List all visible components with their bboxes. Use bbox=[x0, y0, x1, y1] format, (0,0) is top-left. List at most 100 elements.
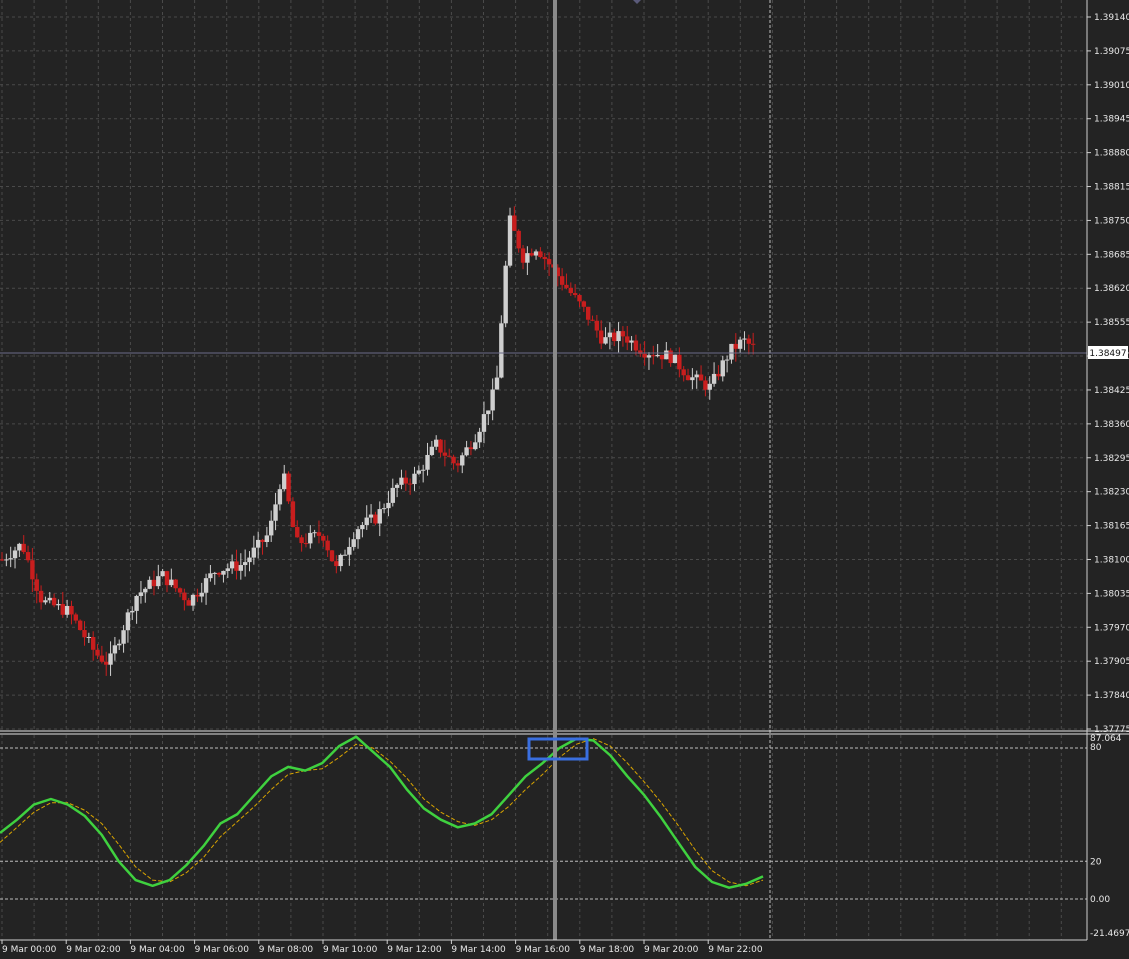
time-tick-label: 9 Mar 18:00 bbox=[580, 945, 635, 955]
trading-chart[interactable]: 1.39140 1.39075 1.39010 1.38945 1.38880 1.388… bbox=[0, 0, 1129, 959]
candle-body bbox=[264, 535, 270, 542]
price-tick-label: 1.37970 bbox=[1094, 623, 1129, 633]
candle-body bbox=[308, 532, 313, 544]
candle-body bbox=[616, 331, 621, 342]
candle-body bbox=[533, 251, 539, 256]
candle-body bbox=[694, 374, 699, 378]
indicator-tick-label: 80 bbox=[1090, 743, 1102, 753]
candle-body bbox=[538, 251, 543, 258]
candle-body bbox=[655, 354, 660, 357]
candle-body bbox=[403, 477, 409, 484]
candle-body bbox=[34, 579, 39, 591]
candle-body bbox=[590, 319, 595, 321]
chart-background bbox=[0, 0, 1129, 959]
candle-body bbox=[203, 578, 209, 593]
candle-body bbox=[581, 301, 587, 307]
candle-body bbox=[612, 332, 617, 342]
candle-body bbox=[724, 359, 730, 361]
candle-body bbox=[711, 373, 717, 384]
candle-body bbox=[4, 559, 9, 561]
candle-body bbox=[672, 354, 678, 364]
candle-body bbox=[112, 645, 118, 654]
candle-body bbox=[381, 508, 387, 510]
candle-body bbox=[255, 539, 261, 548]
candle-body bbox=[668, 350, 673, 364]
candle-body bbox=[43, 600, 48, 603]
candle-body bbox=[642, 353, 647, 358]
price-tick-label: 1.37840 bbox=[1094, 691, 1129, 701]
candle-body bbox=[664, 350, 669, 360]
candle-body bbox=[390, 487, 395, 503]
candle-body bbox=[486, 410, 491, 415]
price-tick-label: 1.38815 bbox=[1094, 183, 1129, 193]
candle-body bbox=[247, 557, 252, 563]
time-tick-label: 9 Mar 06:00 bbox=[195, 945, 250, 955]
price-tick-label: 1.39010 bbox=[1094, 81, 1129, 91]
candle-body bbox=[690, 377, 695, 381]
candle-body bbox=[12, 550, 18, 559]
price-tick-label: 1.38555 bbox=[1094, 318, 1129, 328]
candle-body bbox=[208, 573, 213, 579]
candle-body bbox=[447, 455, 452, 457]
candle-body bbox=[429, 446, 435, 455]
price-tick-label: 1.38230 bbox=[1094, 488, 1129, 498]
candle-body bbox=[8, 558, 13, 560]
candle-body bbox=[342, 554, 348, 556]
candle-body bbox=[507, 215, 513, 266]
candle-body bbox=[312, 532, 317, 534]
candle-body bbox=[681, 369, 686, 376]
candle-body bbox=[720, 360, 725, 377]
candle-body bbox=[685, 375, 691, 381]
candle-body bbox=[277, 489, 283, 505]
price-tick-label: 1.38100 bbox=[1094, 555, 1129, 565]
candle-body bbox=[242, 562, 248, 566]
candle-body bbox=[520, 248, 526, 263]
candle-body bbox=[373, 514, 378, 524]
candle-body bbox=[698, 374, 704, 381]
candle-body bbox=[425, 454, 430, 470]
candle-body bbox=[82, 630, 87, 638]
candle-body bbox=[750, 343, 756, 345]
candle-body bbox=[368, 514, 374, 518]
candle-body bbox=[303, 543, 309, 545]
candle-body bbox=[420, 469, 426, 471]
candle-body bbox=[51, 597, 57, 606]
candle-body bbox=[577, 295, 582, 302]
candle-body bbox=[585, 306, 591, 320]
candle-body bbox=[651, 355, 656, 357]
candle-body bbox=[273, 504, 278, 521]
candle-body bbox=[164, 571, 170, 586]
candle-body bbox=[360, 524, 365, 530]
candle-body bbox=[464, 447, 469, 456]
candle-body bbox=[329, 550, 335, 562]
price-tick-label: 1.38295 bbox=[1094, 454, 1129, 464]
price-tick-label: 1.38685 bbox=[1094, 250, 1129, 260]
candle-body bbox=[564, 284, 569, 288]
time-tick-label: 9 Mar 08:00 bbox=[259, 945, 314, 955]
candle-body bbox=[451, 456, 456, 464]
time-tick-label: 9 Mar 22:00 bbox=[708, 945, 763, 955]
candle-body bbox=[529, 253, 534, 256]
candle-body bbox=[646, 355, 652, 358]
candle-body bbox=[69, 605, 74, 615]
candle-body bbox=[212, 572, 217, 574]
candle-body bbox=[134, 595, 139, 611]
candle-body bbox=[629, 340, 634, 343]
candle-body bbox=[147, 579, 152, 589]
price-tick-label: 1.38035 bbox=[1094, 589, 1129, 599]
candle-body bbox=[290, 501, 296, 528]
candle-body bbox=[490, 389, 495, 411]
time-tick-label: 9 Mar 20:00 bbox=[644, 945, 699, 955]
candle-body bbox=[269, 520, 274, 536]
candle-body bbox=[117, 643, 122, 646]
candle-body bbox=[260, 539, 265, 542]
time-tick-label: 9 Mar 12:00 bbox=[387, 945, 442, 955]
candle-body bbox=[282, 473, 287, 490]
candle-body bbox=[225, 568, 230, 571]
candle-body bbox=[216, 572, 222, 575]
time-tick-label: 9 Mar 16:00 bbox=[516, 945, 571, 955]
candle-body bbox=[434, 439, 439, 447]
candle-body bbox=[125, 612, 131, 631]
candle-body bbox=[169, 579, 174, 586]
price-tick-label: 1.38750 bbox=[1094, 216, 1129, 226]
